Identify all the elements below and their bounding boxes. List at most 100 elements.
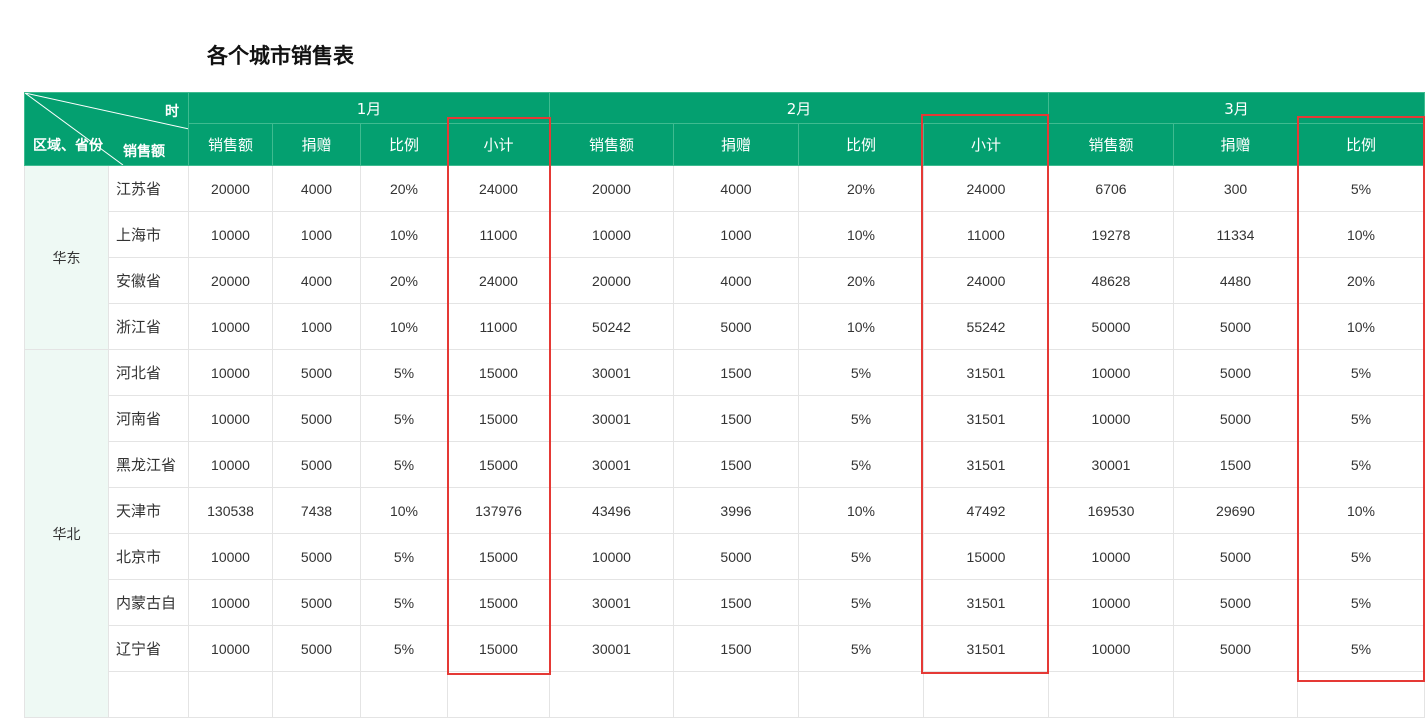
province-cell: 河北省 (108, 349, 189, 396)
m1-sales-cell: 10000 (188, 303, 273, 350)
province-cell: 辽宁省 (108, 625, 189, 672)
m3-sales-cell: 169530 (1048, 487, 1174, 534)
m2-ratio-cell: 5% (798, 441, 924, 488)
province-cell: 河南省 (108, 395, 189, 442)
m1-ratio-cell: 20% (360, 257, 448, 304)
col-header-donation: 捐赠 (673, 123, 799, 166)
m1-ratio-cell: 5% (360, 579, 448, 626)
province-cell: 天津市 (108, 487, 189, 534)
table-row (25, 671, 1425, 718)
m2-donation-cell: 4000 (673, 257, 799, 304)
region-cell: 华东 (24, 165, 109, 350)
m2-sales-cell: 30001 (549, 579, 674, 626)
table-header: 时 区域、省份 销售额 1月 2月 3月 销售额 捐赠 比例 小计 销售额 捐赠… (24, 92, 1425, 166)
highlight-box-m1-subtotal (447, 117, 551, 675)
col-header-sales: 销售额 (549, 123, 674, 166)
m3-sales-cell: 50000 (1048, 303, 1174, 350)
m2-ratio-cell: 20% (798, 257, 924, 304)
m3-donation-cell: 300 (1173, 165, 1298, 212)
corner-time-label: 时 (165, 104, 179, 120)
province-cell: 江苏省 (108, 165, 189, 212)
corner-sales-label: 销售额 (123, 144, 165, 160)
m1-donation-cell: 5000 (272, 625, 361, 672)
m3-donation-cell: 5000 (1173, 625, 1298, 672)
m1-sales-cell: 10000 (188, 395, 273, 442)
m1-ratio-cell: 5% (360, 349, 448, 396)
table-row: 内蒙古自 10000 5000 5% 15000 30001 1500 5% 3… (25, 579, 1425, 626)
empty-cell (272, 671, 361, 718)
col-header-sales: 销售额 (1048, 123, 1174, 166)
m1-sales-cell: 10000 (188, 533, 273, 580)
m1-ratio-cell: 10% (360, 303, 448, 350)
table-row: 浙江省 10000 1000 10% 11000 50242 5000 10% … (25, 303, 1425, 350)
m2-sales-cell: 20000 (549, 257, 674, 304)
table-row: 河南省 10000 5000 5% 15000 30001 1500 5% 31… (25, 395, 1425, 442)
highlight-box-m2-subtotal (921, 114, 1049, 674)
m3-donation-cell: 11334 (1173, 211, 1298, 258)
m2-donation-cell: 3996 (673, 487, 799, 534)
empty-cell (549, 671, 674, 718)
m3-sales-cell: 10000 (1048, 533, 1174, 580)
m2-donation-cell: 5000 (673, 303, 799, 350)
m1-sales-cell: 20000 (188, 257, 273, 304)
m3-donation-cell: 5000 (1173, 395, 1298, 442)
m3-sales-cell: 6706 (1048, 165, 1174, 212)
m2-ratio-cell: 10% (798, 487, 924, 534)
m2-sales-cell: 30001 (549, 395, 674, 442)
m2-donation-cell: 1500 (673, 395, 799, 442)
m2-donation-cell: 4000 (673, 165, 799, 212)
m1-donation-cell: 4000 (272, 165, 361, 212)
m2-donation-cell: 1500 (673, 349, 799, 396)
m1-ratio-cell: 5% (360, 533, 448, 580)
m1-donation-cell: 5000 (272, 349, 361, 396)
m2-donation-cell: 1500 (673, 579, 799, 626)
m3-sales-cell: 48628 (1048, 257, 1174, 304)
col-header-ratio: 比例 (798, 123, 924, 166)
col-header-ratio: 比例 (360, 123, 448, 166)
m2-ratio-cell: 10% (798, 303, 924, 350)
m3-sales-cell: 10000 (1048, 625, 1174, 672)
m1-sales-cell: 130538 (188, 487, 273, 534)
m2-sales-cell: 20000 (549, 165, 674, 212)
empty-cell (1048, 671, 1174, 718)
m1-sales-cell: 20000 (188, 165, 273, 212)
m2-donation-cell: 1000 (673, 211, 799, 258)
m2-ratio-cell: 5% (798, 395, 924, 442)
m1-sales-cell: 10000 (188, 625, 273, 672)
m2-ratio-cell: 5% (798, 625, 924, 672)
empty-cell (798, 671, 924, 718)
col-header-donation: 捐赠 (272, 123, 361, 166)
m1-sales-cell: 10000 (188, 349, 273, 396)
col-header-sales: 销售额 (188, 123, 273, 166)
table-row: 安徽省 20000 4000 20% 24000 20000 4000 20% … (25, 257, 1425, 304)
m2-sales-cell: 10000 (549, 211, 674, 258)
table-row: 华东 江苏省 20000 4000 20% 24000 20000 4000 2… (24, 165, 1425, 350)
page-title: 各个城市销售表 (207, 44, 354, 68)
m2-ratio-cell: 5% (798, 349, 924, 396)
m1-donation-cell: 5000 (272, 533, 361, 580)
m1-sales-cell: 10000 (188, 211, 273, 258)
sales-table: 时 区域、省份 销售额 1月 2月 3月 销售额 捐赠 比例 小计 销售额 捐赠… (24, 92, 1425, 718)
m3-donation-cell: 29690 (1173, 487, 1298, 534)
m1-ratio-cell: 5% (360, 395, 448, 442)
corner-header-cell: 时 区域、省份 销售额 (24, 92, 189, 166)
m1-ratio-cell: 10% (360, 487, 448, 534)
table-row: 北京市 10000 5000 5% 15000 10000 5000 5% 15… (25, 533, 1425, 580)
province-cell: 黑龙江省 (108, 441, 189, 488)
m1-donation-cell: 1000 (272, 303, 361, 350)
empty-cell (1173, 671, 1298, 718)
region-cell: 华北 (24, 349, 109, 718)
sales-table-wrapper: 时 区域、省份 销售额 1月 2月 3月 销售额 捐赠 比例 小计 销售额 捐赠… (24, 92, 1425, 718)
m1-donation-cell: 1000 (272, 211, 361, 258)
m1-donation-cell: 5000 (272, 395, 361, 442)
m2-sales-cell: 50242 (549, 303, 674, 350)
m1-ratio-cell: 5% (360, 625, 448, 672)
province-cell: 上海市 (108, 211, 189, 258)
m3-donation-cell: 4480 (1173, 257, 1298, 304)
m3-sales-cell: 10000 (1048, 579, 1174, 626)
m1-donation-cell: 5000 (272, 441, 361, 488)
empty-cell (447, 671, 550, 718)
m1-ratio-cell: 10% (360, 211, 448, 258)
m2-donation-cell: 5000 (673, 533, 799, 580)
table-row: 天津市 130538 7438 10% 137976 43496 3996 10… (25, 487, 1425, 534)
